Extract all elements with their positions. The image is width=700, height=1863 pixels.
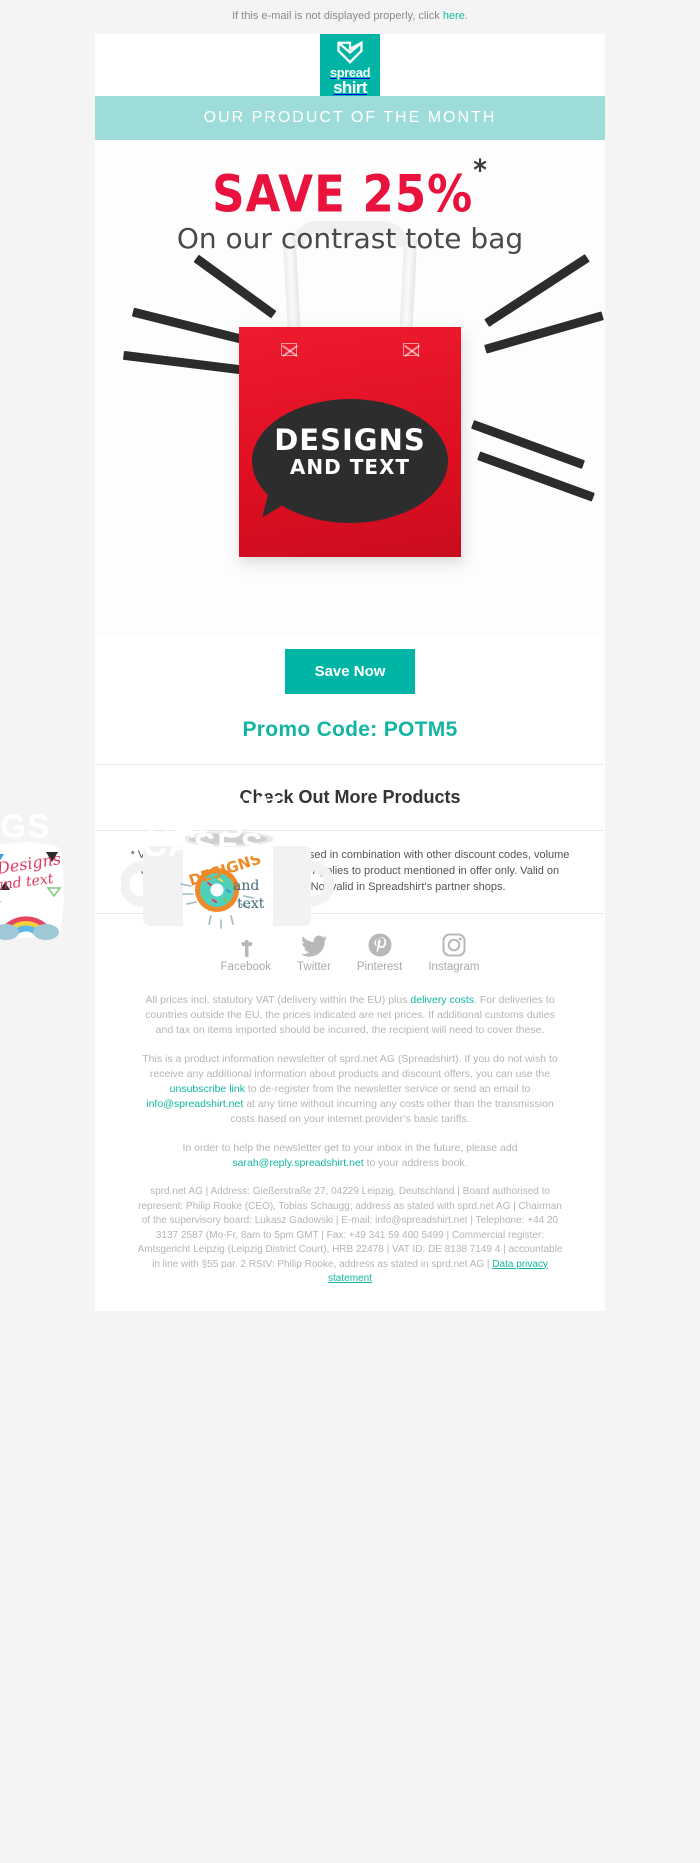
imprint: sprd.net AG | Address: Gießerstraße 27, … bbox=[135, 1185, 565, 1287]
social-label-facebook: Facebook bbox=[220, 961, 272, 973]
whitelist-notice: In order to help the newsletter get to y… bbox=[135, 1141, 565, 1171]
hero-section: SAVE 25%* On our contrast tote bag DESIG… bbox=[95, 140, 605, 635]
page-tail bbox=[0, 1310, 700, 1341]
sender-email-link[interactable]: sarah@reply.spreadshirt.net bbox=[232, 1157, 363, 1169]
hero-headline-asterisk: * bbox=[473, 154, 488, 188]
newsletter-text-3: at any time without incurring any costs … bbox=[230, 1098, 554, 1125]
delivery-costs-link[interactable]: delivery costs bbox=[410, 994, 474, 1006]
save-now-button[interactable]: Save Now bbox=[284, 649, 416, 694]
hero-headline: SAVE 25%* bbox=[95, 154, 605, 223]
preheader: If this e-mail is not displayed properly… bbox=[0, 0, 700, 34]
preheader-text-after: . bbox=[464, 10, 468, 22]
whitelist-text-after: to your address book. bbox=[363, 1157, 468, 1169]
product-of-the-month-banner: OUR PRODUCT OF THE MONTH bbox=[95, 96, 605, 140]
bag-text-designs: DESIGNS bbox=[274, 423, 426, 457]
social-label-instagram: Instagram bbox=[428, 961, 480, 973]
hero-subheadline: On our contrast tote bag bbox=[176, 222, 524, 255]
preheader-text-before: If this e-mail is not displayed properly… bbox=[232, 10, 443, 22]
vat-text-before: All prices incl. statutory VAT (delivery… bbox=[145, 994, 411, 1006]
hero-headline-text: SAVE 25% bbox=[212, 164, 474, 224]
tote-bag-product-image: DESIGNS AND TEXT bbox=[235, 221, 465, 557]
logo-word-shirt: shirt bbox=[333, 78, 367, 97]
vat-notice: All prices incl. statutory VAT (delivery… bbox=[135, 993, 565, 1038]
social-label-pinterest: Pinterest bbox=[356, 961, 403, 973]
tote-bag-body: DESIGNS AND TEXT bbox=[239, 327, 461, 557]
cta-section: Save Now Promo Code: POTM5 bbox=[95, 635, 605, 764]
instagram-icon bbox=[428, 932, 479, 958]
disclaimer-line-3: Not valid in Spreadshirt’s partner shops… bbox=[310, 881, 506, 893]
view-in-browser-link[interactable]: here bbox=[443, 10, 465, 22]
imprint-text: sprd.net AG | Address: Gießerstraße 27, … bbox=[137, 1186, 563, 1270]
unsubscribe-link[interactable]: unsubscribe link bbox=[170, 1083, 245, 1095]
social-link-instagram[interactable]: Instagram bbox=[428, 932, 479, 973]
spreadshirt-logo[interactable]: spread shirt bbox=[320, 34, 380, 96]
newsletter-text-2: to de-register from the newsletter servi… bbox=[244, 1083, 531, 1095]
ray-line bbox=[484, 254, 590, 327]
pinterest-icon bbox=[357, 932, 402, 958]
whitelist-text-before: In order to help the newsletter get to y… bbox=[182, 1142, 518, 1154]
newsletter-notice: This is a product information newsletter… bbox=[135, 1052, 565, 1127]
stitch-right bbox=[403, 343, 419, 356]
info-email-link[interactable]: info@spreadshirt.net bbox=[146, 1098, 243, 1110]
newsletter-text-1: This is a product information newsletter… bbox=[142, 1053, 558, 1080]
email-body: spread shirt OUR PRODUCT OF THE MONTH SA… bbox=[0, 34, 605, 1311]
social-link-pinterest[interactable]: Pinterest bbox=[357, 932, 402, 973]
spreadshirt-heart-logo-icon bbox=[337, 41, 363, 64]
legal-footer: All prices incl. statutory VAT (delivery… bbox=[95, 987, 605, 1311]
stitch-left bbox=[281, 343, 297, 356]
promo-code: Promo Code: POTM5 bbox=[242, 718, 458, 741]
social-label-twitter: Twitter bbox=[297, 961, 331, 973]
bag-text-and-text: AND TEXT bbox=[289, 455, 411, 479]
logo-bar: spread shirt bbox=[95, 34, 605, 96]
